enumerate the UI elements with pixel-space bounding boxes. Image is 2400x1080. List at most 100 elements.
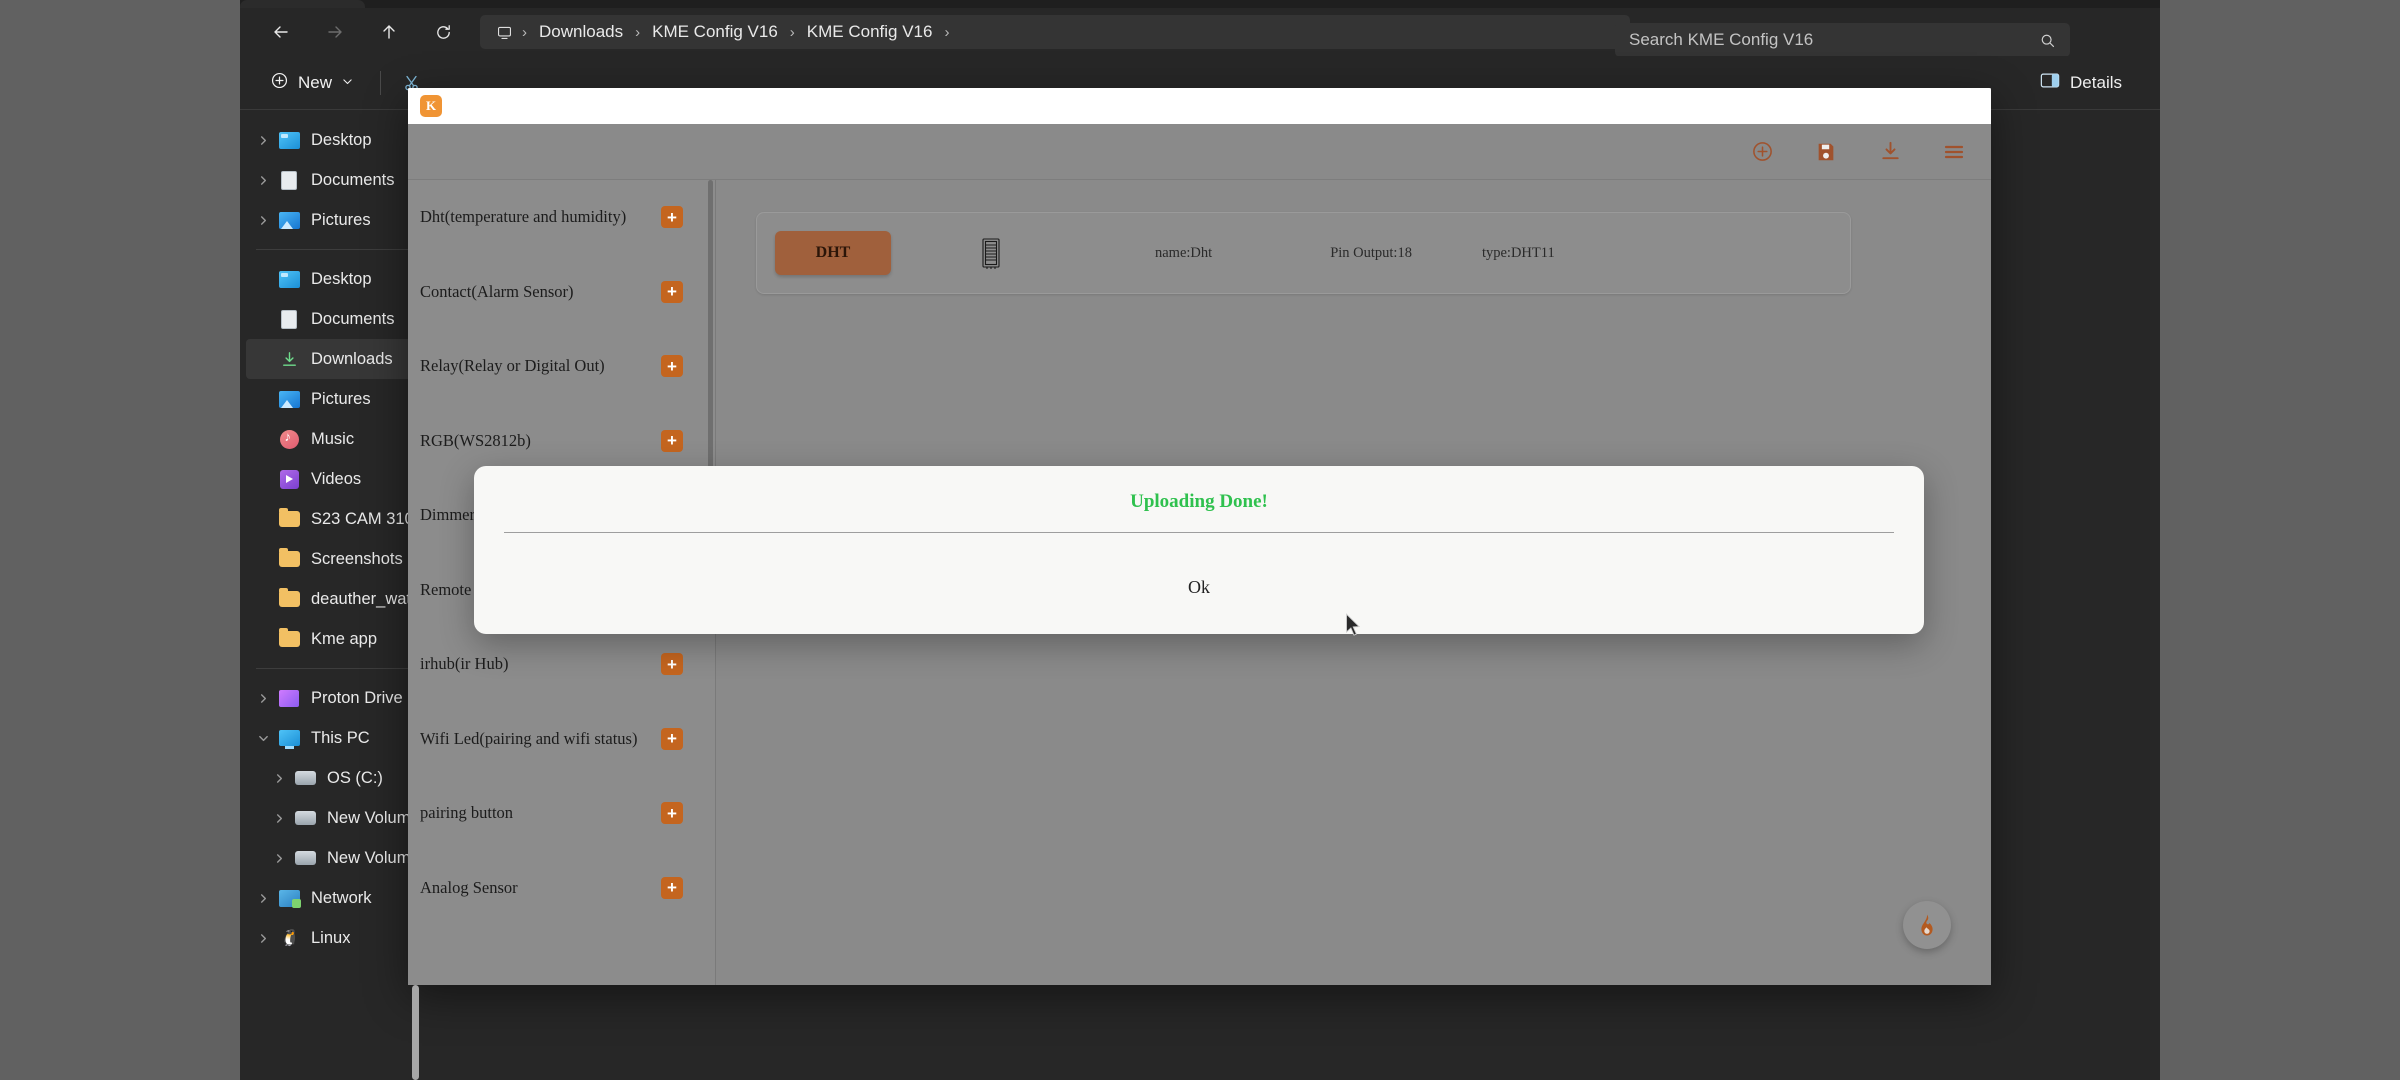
search-input[interactable]: Search KME Config V16 xyxy=(1615,23,2070,57)
add-component-button[interactable]: + xyxy=(661,802,683,825)
new-button-label: New xyxy=(298,72,333,92)
sidebar-item-label: Network xyxy=(311,888,372,907)
chevron-right-icon[interactable] xyxy=(252,887,274,909)
refresh-icon[interactable] xyxy=(420,15,466,49)
device-type-chip[interactable]: DHT xyxy=(775,231,891,275)
this-pc-icon xyxy=(276,727,302,749)
component-row-relay[interactable]: Relay(Relay or Digital Out) + xyxy=(408,329,715,404)
component-label: Remote xyxy=(420,579,472,599)
sidebar-item-label: Desktop xyxy=(311,130,372,149)
drive-icon xyxy=(292,807,318,829)
breadcrumb-separator: › xyxy=(944,23,950,41)
ok-button[interactable]: Ok xyxy=(474,577,1924,598)
flame-upload-icon[interactable] xyxy=(1903,901,1951,949)
add-component-button[interactable]: + xyxy=(661,355,683,378)
sidebar-item-label: Desktop xyxy=(311,269,372,288)
device-type-label: type:DHT11 xyxy=(1481,244,1555,261)
new-button[interactable]: New xyxy=(258,65,366,101)
dialog-title: Uploading Done! xyxy=(1130,491,1268,512)
dialog-divider xyxy=(504,532,1894,533)
chevron-right-icon[interactable] xyxy=(252,169,274,191)
network-icon xyxy=(276,887,302,909)
component-row-dht[interactable]: Dht(temperature and humidity) + xyxy=(408,180,715,255)
documents-icon xyxy=(276,308,302,330)
sensor-module-icon xyxy=(979,236,1005,270)
folder-icon xyxy=(276,508,302,530)
save-icon[interactable] xyxy=(1811,137,1841,167)
folder-icon xyxy=(276,548,302,570)
kme-app-logo: K xyxy=(420,95,442,117)
desktop-icon xyxy=(276,129,302,151)
folder-icon xyxy=(276,628,302,650)
component-row-pairing-button[interactable]: pairing button + xyxy=(408,776,715,851)
sidebar-item-label: Music xyxy=(311,429,355,448)
forward-arrow-icon[interactable] xyxy=(312,15,358,49)
search-input-text: Search KME Config V16 xyxy=(1629,30,1814,49)
component-row-irhub[interactable]: irhub(ir Hub) + xyxy=(408,627,715,702)
chevron-right-icon[interactable] xyxy=(252,687,274,709)
sidebar-item-label: Videos xyxy=(311,469,362,488)
kme-toolbar xyxy=(408,124,1991,180)
breadcrumb-separator: › xyxy=(789,23,795,41)
add-component-button[interactable]: + xyxy=(661,653,683,676)
plus-circle-icon xyxy=(270,71,289,95)
hamburger-menu-icon[interactable] xyxy=(1939,137,1969,167)
add-component-button[interactable]: + xyxy=(661,727,683,750)
add-component-button[interactable]: + xyxy=(661,206,683,229)
drive-icon xyxy=(292,847,318,869)
pictures-icon xyxy=(276,388,302,410)
add-component-button[interactable]: + xyxy=(661,876,683,899)
component-row-analog-sensor[interactable]: Analog Sensor + xyxy=(408,851,715,926)
device-name-label: name:Dht xyxy=(1155,244,1213,261)
details-button[interactable]: Details xyxy=(2028,65,2134,101)
device-card-dht[interactable]: DHT name:Dht Pin Output:18 type:DHT11 xyxy=(756,212,1851,294)
documents-icon xyxy=(276,169,302,191)
folder-icon xyxy=(276,588,302,610)
downloads-icon xyxy=(276,348,302,370)
chevron-right-icon[interactable] xyxy=(268,807,290,829)
chevron-down-icon[interactable] xyxy=(252,727,274,749)
os-drive-icon xyxy=(292,767,318,789)
breadcrumb[interactable]: › Downloads › KME Config V16 › KME Confi… xyxy=(480,15,1630,49)
breadcrumb-item-downloads[interactable]: Downloads xyxy=(530,18,632,46)
chevron-right-icon[interactable] xyxy=(268,767,290,789)
proton-drive-icon xyxy=(276,687,302,709)
component-label: RGB(WS2812b) xyxy=(420,430,531,450)
desktop-icon xyxy=(276,268,302,290)
music-icon xyxy=(276,428,302,450)
this-pc-icon[interactable] xyxy=(490,24,519,41)
breadcrumb-separator: › xyxy=(522,23,527,41)
add-component-icon[interactable] xyxy=(1747,137,1777,167)
component-label: Contact(Alarm Sensor) xyxy=(420,281,574,301)
add-component-button[interactable]: + xyxy=(661,429,683,452)
sidebar-item-label: Kme app xyxy=(311,629,378,648)
linux-icon: 🐧 xyxy=(279,930,299,947)
component-label: Dimmer xyxy=(420,505,475,525)
component-label: pairing button xyxy=(420,803,514,823)
breadcrumb-item-kme-config-1[interactable]: KME Config V16 xyxy=(643,18,787,46)
address-bar-row: › Downloads › KME Config V16 › KME Confi… xyxy=(240,8,2160,57)
kme-title-bar: K xyxy=(408,88,1991,124)
up-arrow-icon[interactable] xyxy=(366,15,412,49)
chevron-down-icon xyxy=(341,73,354,93)
window-scrollbar[interactable] xyxy=(412,985,419,1080)
component-row-wifi-led[interactable]: Wifi Led(pairing and wifi status) + xyxy=(408,702,715,777)
back-arrow-icon[interactable] xyxy=(258,15,304,49)
chevron-right-icon[interactable] xyxy=(252,927,274,949)
download-icon[interactable] xyxy=(1875,137,1905,167)
breadcrumb-item-kme-config-2[interactable]: KME Config V16 xyxy=(798,18,942,46)
pictures-icon xyxy=(276,209,302,231)
sidebar-item-label: Documents xyxy=(311,309,395,328)
add-component-button[interactable]: + xyxy=(661,280,683,303)
sidebar-item-label: Documents xyxy=(311,170,395,189)
search-icon[interactable] xyxy=(2039,32,2056,49)
details-button-label: Details xyxy=(2070,73,2122,92)
chevron-right-icon[interactable] xyxy=(268,847,290,869)
chevron-right-icon[interactable] xyxy=(252,209,274,231)
chevron-right-icon[interactable] xyxy=(252,129,274,151)
sidebar-item-label: OS (C:) xyxy=(327,768,383,787)
component-row-contact[interactable]: Contact(Alarm Sensor) + xyxy=(408,255,715,330)
command-bar-divider xyxy=(380,70,382,95)
window-top-strip xyxy=(240,0,2160,8)
upload-status-dialog: Uploading Done! Ok xyxy=(474,466,1924,634)
